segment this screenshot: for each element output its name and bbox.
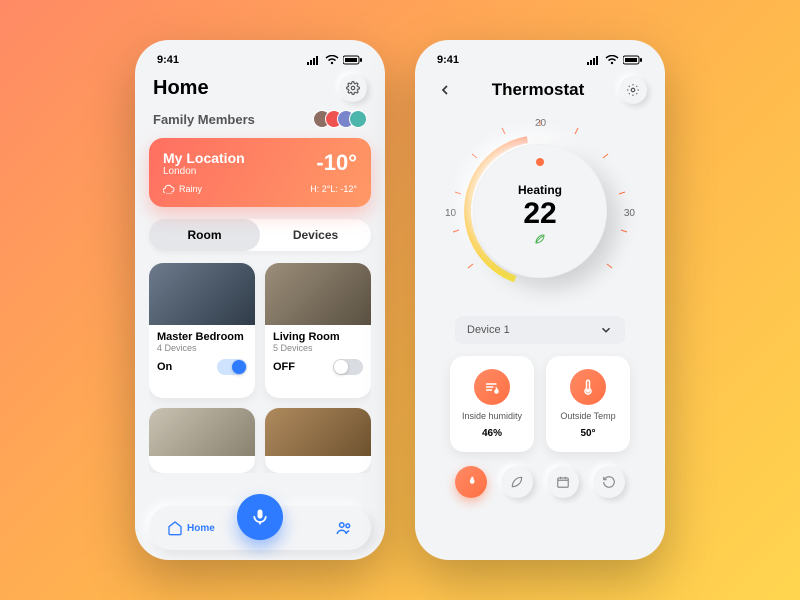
room-state: OFF: [273, 361, 295, 373]
home-screen: 9:41 Home Family Members My Location Lon…: [135, 40, 385, 560]
chevron-left-icon: [437, 82, 453, 98]
mic-icon: [250, 507, 270, 527]
weather-city: London: [163, 166, 245, 177]
tab-devices[interactable]: Devices: [260, 219, 371, 251]
history-icon: [602, 475, 616, 489]
weather-temperature: -10°: [316, 150, 357, 176]
dial-scale-10: 10: [445, 208, 456, 219]
thermostat-mode: Heating: [518, 183, 562, 197]
nav-home[interactable]: Home: [167, 520, 215, 536]
calendar-icon: [556, 475, 570, 489]
rooms-grid: Master Bedroom 4 Devices On Living Room …: [149, 263, 371, 473]
room-name: Master Bedroom: [157, 331, 247, 343]
battery-icon: [343, 55, 363, 65]
mode-history-button[interactable]: [593, 466, 625, 498]
avatar[interactable]: [349, 110, 367, 128]
status-indicators: [307, 55, 363, 65]
people-icon: [335, 519, 353, 537]
chevron-down-icon: [599, 323, 613, 337]
signal-icon: [587, 55, 601, 65]
wifi-icon: [605, 55, 619, 65]
outside-temp-card[interactable]: Outside Temp 50°: [546, 356, 630, 452]
room-card-partial[interactable]: [265, 408, 371, 473]
room-name: Living Room: [273, 331, 363, 343]
leaf-icon: [532, 233, 548, 245]
home-icon: [167, 520, 183, 536]
signal-icon: [307, 55, 321, 65]
device-selector[interactable]: Device 1: [455, 316, 625, 344]
room-card-master-bedroom[interactable]: Master Bedroom 4 Devices On: [149, 263, 255, 398]
leaf-icon: [510, 475, 524, 489]
page-title: Thermostat: [492, 80, 585, 100]
humidity-label: Inside humidity: [462, 411, 522, 422]
status-time: 9:41: [437, 54, 459, 66]
dial-knob[interactable]: Heating 22: [473, 144, 607, 278]
humidity-icon: [474, 369, 510, 405]
voice-button[interactable]: [237, 494, 283, 540]
device-selected-label: Device 1: [467, 324, 510, 336]
thermostat-screen: 9:41 Thermostat 20 10: [415, 40, 665, 560]
nav-home-label: Home: [187, 523, 215, 534]
nav-people[interactable]: [335, 519, 353, 537]
room-toggle[interactable]: [217, 359, 247, 375]
outside-temp-value: 50°: [580, 428, 595, 439]
room-card-living-room[interactable]: Living Room 5 Devices OFF: [265, 263, 371, 398]
room-device-tabs: Room Devices: [149, 219, 371, 251]
dial-scale-20: 20: [535, 118, 546, 129]
status-indicators: [587, 55, 643, 65]
room-card-partial[interactable]: [149, 408, 255, 473]
wifi-icon: [325, 55, 339, 65]
room-device-count: 5 Devices: [273, 343, 363, 353]
mode-fire-button[interactable]: [455, 466, 487, 498]
humidity-value: 46%: [482, 428, 502, 439]
room-state: On: [157, 361, 172, 373]
status-bar: 9:41: [149, 50, 371, 74]
status-bar: 9:41: [429, 50, 651, 74]
battery-icon: [623, 55, 643, 65]
settings-button[interactable]: [339, 74, 367, 102]
room-image: [149, 408, 255, 456]
room-image: [265, 263, 371, 325]
weather-card[interactable]: My Location London -10° Rainy H: 2°L: -1…: [149, 138, 371, 207]
dial-indicator-dot: [536, 158, 544, 166]
room-image: [265, 408, 371, 456]
thermostat-setpoint: 22: [523, 197, 556, 231]
thermostat-dial[interactable]: 20 10 30 Heating 22: [445, 116, 635, 306]
rain-icon: [163, 183, 175, 195]
gear-icon: [626, 83, 640, 97]
tab-room[interactable]: Room: [149, 219, 260, 251]
outside-temp-label: Outside Temp: [560, 411, 615, 422]
status-time: 9:41: [157, 54, 179, 66]
family-avatars[interactable]: [319, 110, 367, 128]
weather-high-low: H: 2°L: -12°: [310, 184, 357, 194]
mode-buttons: [429, 466, 651, 498]
room-device-count: 4 Devices: [157, 343, 247, 353]
flame-icon: [464, 475, 478, 489]
mode-schedule-button[interactable]: [547, 466, 579, 498]
room-image: [149, 263, 255, 325]
mode-eco-button[interactable]: [501, 466, 533, 498]
page-title: Home: [153, 77, 209, 100]
dial-scale-30: 30: [624, 208, 635, 219]
room-toggle[interactable]: [333, 359, 363, 375]
thermometer-icon: [570, 369, 606, 405]
settings-button[interactable]: [619, 76, 647, 104]
weather-location-title: My Location: [163, 150, 245, 166]
back-button[interactable]: [433, 78, 457, 102]
weather-condition: Rainy: [179, 184, 202, 194]
humidity-card[interactable]: Inside humidity 46%: [450, 356, 534, 452]
family-members-label: Family Members: [153, 112, 255, 127]
gear-icon: [346, 81, 360, 95]
